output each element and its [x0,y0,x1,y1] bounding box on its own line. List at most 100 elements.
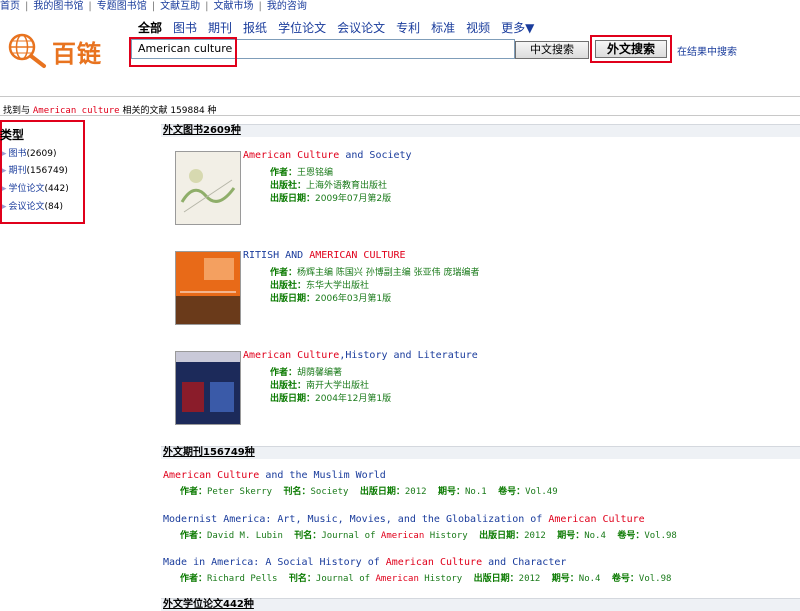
book-author: 作者：杨辉主编 陈国兴 孙博副主编 张亚伟 庞瑞编者 [270,265,479,278]
journal-text: History [424,531,468,541]
nav-my-library[interactable]: 我的图书馆 [33,1,83,12]
sidebar-item-theses[interactable]: ▸ 学位论文(442) [2,181,69,194]
label: 作者： [180,574,208,584]
book-author: 作者：胡荫馨编著 [270,365,342,378]
nav-my-consult[interactable]: 我的咨询 [267,1,307,12]
nav-doc-exchange[interactable]: 文献互助 [160,1,200,12]
tab-conferences[interactable]: 会议论文 [337,21,385,35]
title-text[interactable]: and the Muslim World [259,470,385,481]
book-title-link[interactable]: RITISH AND AMERICAN CULTURE [243,250,406,261]
label: 出版日期： [359,487,405,497]
book-cover-image[interactable] [175,251,241,325]
tab-videos[interactable]: 视频 [466,21,490,35]
tab-newspapers[interactable]: 报纸 [243,21,267,35]
section-header-theses[interactable]: 外文学位论文442种 [161,598,800,611]
bullet-icon: ▸ [2,184,7,194]
title-text[interactable]: RITISH AND [243,250,309,261]
sidebar-item-books[interactable]: ▸ 图书(2609) [2,146,56,159]
nav-topic-library[interactable]: 专题图书馆 [97,1,147,12]
title-text[interactable]: Made in America: A Social History of [163,557,386,568]
article-title-link[interactable]: Modernist America: Art, Music, Movies, a… [163,514,645,525]
sidebar-item-conferences[interactable]: ▸ 会议论文(84) [2,199,63,212]
title-text[interactable]: ,History and Literature [339,350,477,361]
book-publisher: 出版社：上海外语教育出版社 [270,178,387,191]
sidebar-title: 类型 [0,128,25,142]
value: 2004年12月第1版 [315,394,392,404]
article-title-link[interactable]: American Culture and the Muslim World [163,470,386,481]
title-highlight[interactable]: American Culture [386,557,482,568]
sidebar-item-label[interactable]: 会议论文 [9,202,45,212]
journal-name: Society [310,487,348,497]
section-header-books[interactable]: 外文图书2609种 [161,124,800,137]
label: 出版社： [270,181,307,191]
title-highlight[interactable]: American Culture [243,350,339,361]
foreign-search-button[interactable]: 外文搜索 [595,40,667,58]
label: 出版日期： [479,531,525,541]
value: 2012 [524,531,546,541]
article-meta: 作者：Peter Skerry 刊名：Society 出版日期：2012 期号：… [180,484,564,497]
label: 作者： [180,531,208,541]
section-title[interactable]: 外文图书2609种 [163,125,241,136]
tab-more[interactable]: 更多▼ [501,21,534,35]
book-cover-image[interactable] [175,151,241,225]
journal-text: Society [310,487,349,497]
section-title[interactable]: 外文学位论文442种 [163,599,254,610]
label: 作者： [180,487,208,497]
sidebar-item-label[interactable]: 期刊 [9,166,27,176]
nav-separator: | [88,1,92,12]
label: 作者： [270,168,298,178]
tab-theses[interactable]: 学位论文 [278,21,326,35]
label: 期号： [551,574,579,584]
book-author: 作者：王恩铭编 [270,165,333,178]
book-title-link[interactable]: American Culture,History and Literature [243,350,478,361]
chinese-search-button[interactable]: 中文搜索 [515,41,589,59]
value: 胡荫馨编著 [297,368,343,378]
logo-text: 百链 [52,40,102,68]
title-highlight[interactable]: American Culture [243,150,339,161]
tab-journals[interactable]: 期刊 [208,21,232,35]
article-title-link[interactable]: Made in America: A Social History of Ame… [163,557,566,568]
search-highlight-box [129,37,237,67]
title-text[interactable]: and Character [482,557,566,568]
tab-all[interactable]: 全部 [138,21,162,35]
label: 作者： [270,268,298,278]
value: Vol.98 [644,531,677,541]
book-pubdate: 出版日期：2004年12月第1版 [270,391,391,404]
title-text[interactable]: Modernist America: Art, Music, Movies, a… [163,514,548,525]
sidebar-item-label[interactable]: 学位论文 [9,184,45,194]
tab-patents[interactable]: 专利 [396,21,420,35]
nav-separator: | [258,1,262,12]
tab-books[interactable]: 图书 [173,21,197,35]
book-publisher: 出版社：南开大学出版社 [270,378,369,391]
journal-text: Journal of [315,574,376,584]
value: 2012 [404,487,427,497]
value: 东华大学出版社 [306,281,370,291]
book-title-link[interactable]: American Culture and Society [243,150,412,161]
label: 出版日期： [270,294,316,304]
book-pubdate: 出版日期：2009年07月第2版 [270,191,391,204]
label: 出版社： [270,381,307,391]
section-header-journals[interactable]: 外文期刊156749种 [161,446,800,459]
sidebar-item-count: (2609) [26,149,57,159]
sidebar-item-journals[interactable]: ▸ 期刊(156749) [2,163,68,176]
bullet-icon: ▸ [2,149,7,159]
nav-separator: | [151,1,156,12]
label: 期号： [557,531,585,541]
value: Richard Pells [207,574,278,584]
nav-home[interactable]: 首页 [0,1,20,12]
title-highlight[interactable]: American Culture [163,470,259,481]
label: 期号： [437,487,465,497]
value: 王恩铭编 [297,168,334,178]
search-in-results-link[interactable]: 在结果中搜索 [677,43,737,58]
value: 2009年07月第2版 [315,194,392,204]
tab-standards[interactable]: 标准 [431,21,455,35]
nav-doc-market[interactable]: 文献市场 [214,1,254,12]
section-title[interactable]: 外文期刊156749种 [163,447,255,458]
book-cover-image[interactable] [175,351,241,425]
title-highlight[interactable]: AMERICAN CULTURE [309,250,405,261]
title-text[interactable]: and Society [339,150,411,161]
sidebar-item-label[interactable]: 图书 [9,149,27,159]
title-highlight[interactable]: American Culture [548,514,644,525]
bullet-icon: ▸ [2,202,7,212]
label: 刊名： [283,487,311,497]
